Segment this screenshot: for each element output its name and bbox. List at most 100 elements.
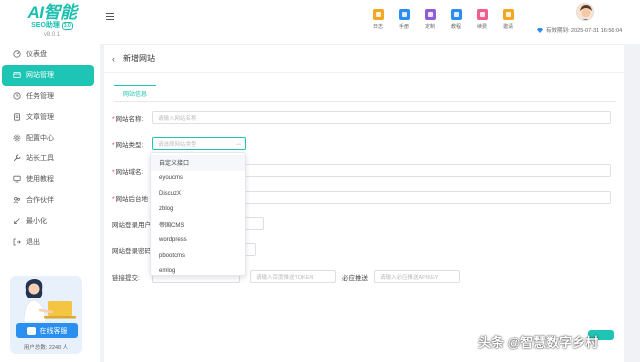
task-icon bbox=[12, 91, 21, 100]
tool-custom[interactable]: 定制 bbox=[417, 9, 443, 30]
sidebar-item-minimize[interactable]: 最小化 bbox=[0, 210, 100, 231]
sidebar-item-dashboard[interactable]: 仪表盘 bbox=[0, 44, 100, 65]
menu-toggle-icon[interactable] bbox=[106, 13, 114, 21]
tool-renew[interactable]: 续费 bbox=[469, 9, 495, 30]
sidebar-item-label: 退出 bbox=[26, 238, 40, 246]
site-domain-label-text: 网站域名: bbox=[115, 168, 144, 176]
gear-icon bbox=[12, 133, 21, 142]
monitor-icon bbox=[12, 175, 21, 184]
tool-log[interactable]: 日志 bbox=[365, 9, 391, 30]
sidebar-menu: 仪表盘 网站管理 任务管理 文章管理 配置中心 站长工具 使用教程 合作伙伴 最… bbox=[0, 44, 100, 252]
login-user-label: 网站登录用户 bbox=[112, 221, 151, 229]
sidebar-item-tools[interactable]: 站长工具 bbox=[0, 148, 100, 169]
brand-sub: SEO助理 3.0 bbox=[12, 22, 92, 30]
form-row-name: *网站名称: 请输入网站名称 bbox=[112, 111, 611, 124]
sidebar-item-partners[interactable]: 合作伙伴 bbox=[0, 190, 100, 211]
sidebar-item-tutorial[interactable]: 使用教程 bbox=[0, 169, 100, 190]
login-pass-label: 网站登录密码 bbox=[112, 247, 151, 255]
form-row-type: *网站类型: 请选择网站类型 ︿ bbox=[112, 137, 246, 150]
tool-label: 邀请 bbox=[502, 24, 513, 30]
custom-icon bbox=[424, 9, 436, 20]
tool-label: 定制 bbox=[424, 24, 435, 30]
tool-label: 教程 bbox=[450, 24, 461, 30]
bing-apikey-placeholder: 请输入必应推送APIKEY bbox=[380, 274, 439, 281]
online-service-button[interactable]: 在线客服 bbox=[16, 323, 78, 338]
support-card: 在线客服 用户总数: 2248 人 bbox=[10, 276, 82, 354]
version-label: v8.0.1 bbox=[43, 32, 61, 38]
tab-divider bbox=[114, 101, 616, 102]
renew-icon bbox=[476, 9, 488, 20]
dropdown-option[interactable]: zblog bbox=[151, 202, 245, 218]
brand-name: AI智能 bbox=[27, 3, 78, 22]
sidebar-item-label: 站长工具 bbox=[26, 155, 54, 163]
log-icon bbox=[372, 9, 384, 20]
user-count: 用户总数: 2248 人 bbox=[23, 345, 69, 351]
avatar[interactable] bbox=[576, 3, 594, 21]
brand-sub-label: SEO助理 bbox=[31, 22, 60, 29]
manual-icon bbox=[398, 9, 410, 20]
dropdown-option[interactable]: eyoucms bbox=[151, 171, 245, 187]
toolbar: 日志 手册 定制 教程 续费 邀请 bbox=[365, 9, 521, 30]
sidebar-item-label: 合作伙伴 bbox=[26, 196, 54, 204]
dropdown-option[interactable]: wordpress bbox=[151, 233, 245, 249]
tool-manual[interactable]: 手册 bbox=[391, 9, 417, 30]
site-domain-label: *网站域名: bbox=[112, 168, 144, 176]
tool-invite[interactable]: 邀请 bbox=[495, 9, 521, 30]
site-admin-label: *网站后台地 bbox=[112, 195, 149, 203]
brand-badge: 3.0 bbox=[61, 22, 73, 30]
dropdown-option[interactable]: pbootcms bbox=[151, 248, 245, 264]
diamond-icon bbox=[537, 27, 543, 33]
site-type-placeholder: 请选择网站类型 bbox=[158, 141, 197, 148]
sidebar-item-config[interactable]: 配置中心 bbox=[0, 127, 100, 148]
baidu-token-placeholder: 请输入百度推送TOKEN bbox=[256, 274, 314, 281]
dashboard-icon bbox=[12, 50, 21, 59]
site-type-label-text: 网站类型: bbox=[115, 141, 144, 149]
dropdown-option[interactable]: 自定义接口 bbox=[151, 155, 245, 171]
dropdown-option[interactable]: DiscuzX bbox=[151, 186, 245, 202]
sidebar: AI智能 SEO助理 3.0 v8.0.1 仪表盘 网站管理 任务管理 文章管理… bbox=[0, 0, 100, 362]
top-header: 日志 手册 定制 教程 续费 邀请 有效期到: 2025-07-31 16:56… bbox=[100, 0, 640, 44]
sidebar-item-label: 仪表盘 bbox=[26, 51, 47, 59]
site-name-placeholder: 请输入网站名称 bbox=[158, 115, 197, 122]
expiry-text: 有效期到: 2025-07-31 16:56:04 bbox=[546, 28, 623, 34]
logout-icon bbox=[12, 237, 21, 246]
tutorial-icon bbox=[450, 9, 462, 20]
back-arrow-icon[interactable]: ‹ bbox=[112, 54, 115, 64]
brand-logo[interactable]: AI智能 SEO助理 3.0 v8.0.1 bbox=[12, 4, 92, 40]
sidebar-item-label: 使用教程 bbox=[26, 176, 54, 184]
sidebar-item-label: 配置中心 bbox=[26, 134, 54, 142]
sidebar-item-articles[interactable]: 文章管理 bbox=[0, 106, 100, 127]
invite-icon bbox=[502, 9, 514, 20]
baidu-token-input[interactable]: 请输入百度推送TOKEN bbox=[250, 270, 336, 283]
sidebar-item-websites[interactable]: 网站管理 bbox=[2, 64, 94, 86]
minimize-icon bbox=[12, 216, 21, 225]
site-type-select[interactable]: 请选择网站类型 ︿ bbox=[152, 137, 246, 150]
expiry-info: 有效期到: 2025-07-31 16:56:04 bbox=[537, 26, 622, 34]
globe-icon bbox=[12, 71, 21, 80]
wrench-icon bbox=[12, 154, 21, 163]
sidebar-item-label: 任务管理 bbox=[26, 92, 54, 100]
sidebar-item-label: 最小化 bbox=[26, 217, 47, 225]
support-illustration bbox=[23, 279, 76, 322]
tab-site-info[interactable]: 网站信息 bbox=[114, 85, 156, 101]
site-name-label-text: 网站名称: bbox=[115, 115, 144, 123]
site-admin-label-text: 网站后台地 bbox=[115, 195, 149, 203]
article-icon bbox=[12, 112, 21, 121]
online-service-label: 在线客服 bbox=[39, 327, 68, 335]
partner-icon bbox=[12, 195, 21, 204]
sidebar-item-label: 网站管理 bbox=[26, 72, 54, 80]
dropdown-option[interactable]: 帝国CMS bbox=[151, 217, 245, 233]
bing-apikey-input[interactable]: 请输入必应推送APIKEY bbox=[374, 270, 460, 283]
site-type-label: *网站类型: bbox=[112, 141, 144, 149]
chat-icon bbox=[26, 326, 36, 335]
site-name-input[interactable]: 请输入网站名称 bbox=[152, 111, 611, 124]
site-name-label: *网站名称: bbox=[112, 115, 144, 123]
tool-tutorial[interactable]: 教程 bbox=[443, 9, 469, 30]
sidebar-item-label: 文章管理 bbox=[26, 113, 54, 121]
sidebar-item-logout[interactable]: 退出 bbox=[0, 231, 100, 252]
page-title: 新增网站 bbox=[123, 54, 155, 63]
sidebar-item-tasks[interactable]: 任务管理 bbox=[0, 86, 100, 107]
dropdown-option[interactable]: emlog bbox=[151, 264, 245, 280]
watermark: 头条 @智慧数字乡村 bbox=[478, 335, 599, 350]
page-header: ‹ 新增网站 bbox=[104, 45, 624, 73]
